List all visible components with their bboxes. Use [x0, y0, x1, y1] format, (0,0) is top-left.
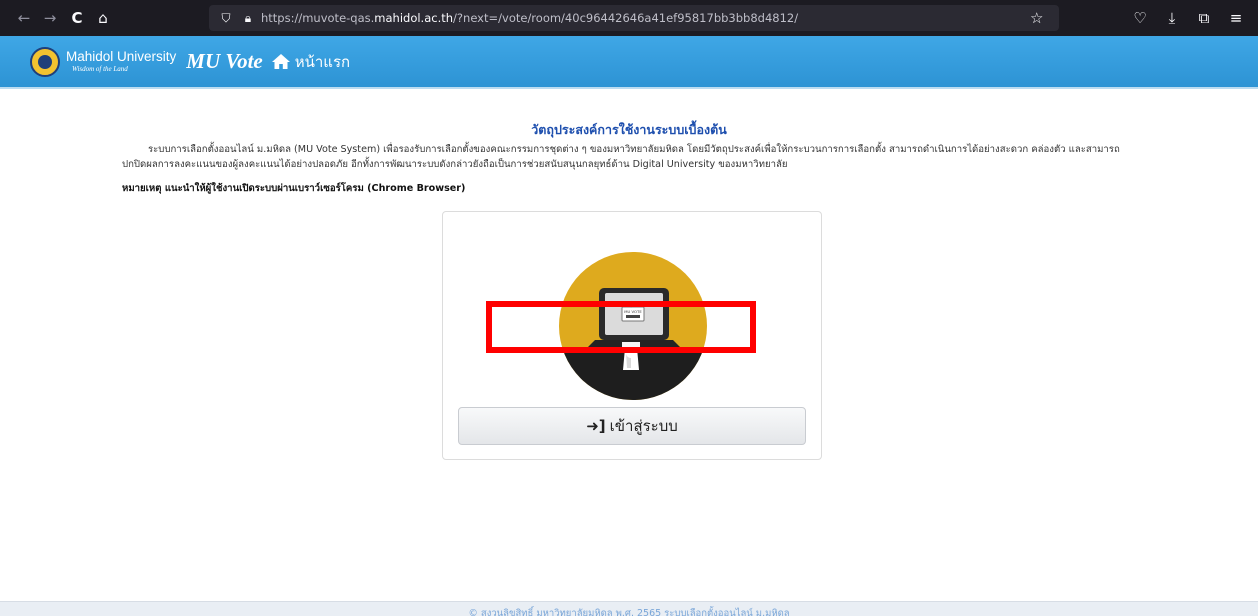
- home-nav-link[interactable]: หน้าแรก: [271, 50, 350, 74]
- back-icon[interactable]: ←: [10, 4, 38, 32]
- home-nav-label: หน้าแรก: [294, 52, 351, 71]
- browser-note: หมายเหตุ แนะนำให้ผู้ใช้งานเปิดระบบผ่านเบ…: [122, 183, 466, 194]
- tracking-shield-icon[interactable]: ⛉: [217, 11, 235, 26]
- login-card: MU VOTE ➜] เข้าสู่ระบบ: [442, 211, 822, 460]
- sign-in-icon: ➜]: [586, 417, 606, 435]
- lock-icon[interactable]: 🔒︎: [239, 11, 257, 26]
- url-path: /?next=/vote/room/40c96442646a41ef95817b…: [453, 11, 799, 25]
- app-header: Mahidol University Wisdom of the Land MU…: [0, 36, 1258, 89]
- university-motto: Wisdom of the Land: [72, 65, 128, 74]
- system-description: ระบบการเลือกตั้งออนไลน์ ม.มหิดล (MU Vote…: [122, 144, 1120, 170]
- laptop-vote-icon: MU VOTE: [559, 288, 707, 400]
- toolbar-right: ♡ ⤓ ⧉ ≡: [1126, 4, 1250, 32]
- university-seal-icon[interactable]: [30, 46, 60, 77]
- login-button-label: เข้าสู่ระบบ: [609, 417, 678, 435]
- footer-text: © สงวนลิขสิทธิ์ มหาวิทยาลัยมหิดล พ.ศ. 25…: [468, 608, 790, 616]
- url-domain: mahidol.ac.th: [374, 11, 454, 25]
- address-bar[interactable]: ⛉ 🔒︎ https://muvote-qas. mahidol.ac.th/?n…: [209, 5, 1059, 31]
- illustration-label: MU VOTE: [624, 309, 642, 314]
- reload-icon[interactable]: C: [63, 4, 91, 32]
- brand-title[interactable]: MU Vote: [186, 49, 262, 74]
- login-button[interactable]: ➜] เข้าสู่ระบบ: [458, 407, 806, 445]
- university-logo[interactable]: Mahidol University Wisdom of the Land: [66, 50, 176, 74]
- forward-icon[interactable]: →: [36, 4, 64, 32]
- extensions-icon[interactable]: ⧉: [1190, 4, 1218, 32]
- page-title: วัตถุประสงค์การใช้งานระบบเบื้องต้น: [531, 122, 727, 137]
- pocket-icon[interactable]: ♡: [1126, 4, 1154, 32]
- url-prefix: https://muvote-qas.: [261, 11, 375, 25]
- bookmark-star-icon[interactable]: ☆: [1030, 9, 1043, 27]
- university-name: Mahidol University: [66, 48, 177, 64]
- house-icon: [271, 54, 290, 69]
- menu-icon[interactable]: ≡: [1222, 4, 1250, 32]
- footer: © สงวนลิขสิทธิ์ มหาวิทยาลัยมหิดล พ.ศ. 25…: [0, 601, 1258, 616]
- download-icon[interactable]: ⤓: [1158, 4, 1186, 32]
- home-icon[interactable]: ⌂: [89, 4, 117, 32]
- browser-toolbar: ← → C ⌂ ⛉ 🔒︎ https://muvote-qas. mahidol.…: [0, 0, 1258, 36]
- voting-illustration: MU VOTE: [559, 252, 707, 400]
